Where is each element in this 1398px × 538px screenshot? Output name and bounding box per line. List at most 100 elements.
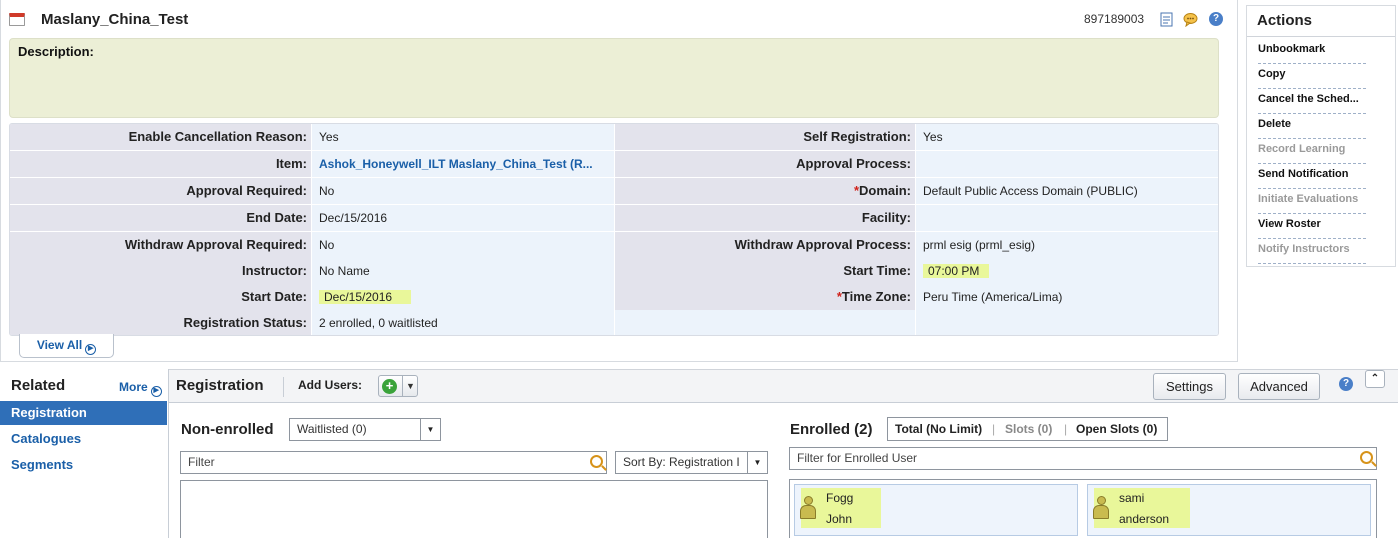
detail-value (916, 151, 1218, 177)
detail-value: No Name (312, 258, 614, 284)
related-title: Related (11, 377, 66, 394)
notes-icon[interactable] (1159, 12, 1174, 27)
page-title: Maslany_China_Test (41, 11, 189, 28)
detail-label-text: Start Date: (241, 289, 307, 304)
detail-value-text: Dec/15/2016 (319, 211, 388, 225)
detail-label: End Date: (10, 205, 312, 231)
enrolled-user-card[interactable]: Fogg John (794, 484, 1078, 536)
detail-value: No (312, 178, 614, 204)
detail-row: Approval Required: No *Domain: Default Publ… (10, 178, 1218, 204)
divider (283, 377, 284, 397)
related-item-registration[interactable]: Registration (0, 401, 167, 425)
detail-row: Enable Cancellation Reason: Yes Self Regis… (10, 124, 1218, 150)
detail-label: Start Time: (615, 258, 916, 284)
detail-value: Ashok_Honeywell_ILT Maslany_China_Test (… (312, 151, 614, 177)
chevron-down-icon[interactable]: ▼ (402, 376, 418, 396)
divider: | (992, 422, 996, 436)
chevron-down-icon: ▼ (747, 452, 767, 473)
detail-label-text: Enable Cancellation Reason: (128, 129, 307, 144)
description-label: Description: (18, 44, 94, 59)
action-copy[interactable]: Copy (1258, 64, 1366, 89)
detail-label: *Time Zone: (615, 284, 916, 310)
related-item-segments[interactable]: Segments (0, 453, 167, 477)
detail-value (916, 205, 1218, 231)
detail-value-text: Yes (319, 130, 339, 144)
plus-icon: + (382, 379, 397, 394)
help-icon[interactable]: ? (1339, 377, 1353, 391)
user-first-name: John (826, 512, 853, 526)
detail-value: Yes (916, 124, 1218, 150)
comments-icon[interactable] (1183, 12, 1198, 27)
detail-value-text: Dec/15/2016 (319, 290, 412, 304)
action-send-notification[interactable]: Send Notification (1258, 164, 1366, 189)
non-enrolled-title: Non-enrolled (181, 421, 274, 438)
user-last-name: sami (1119, 491, 1145, 505)
registration-panel: Registration Add Users: + ▼ Settings Adv… (168, 369, 1398, 538)
detail-label: Withdraw Approval Required: (10, 232, 312, 258)
item-link[interactable]: Ashok_Honeywell_ILT Maslany_China_Test (… (319, 157, 593, 171)
detail-label: Registration Status: (10, 310, 312, 335)
detail-row: Withdraw Approval Required: No Withdraw Ap… (10, 232, 1218, 258)
detail-value (916, 310, 1218, 335)
collapse-button[interactable]: ⌃ (1365, 370, 1385, 388)
detail-value-text: Default Public Access Domain (PUBLIC) (923, 184, 1138, 198)
filter-placeholder: Filter for Enrolled User (797, 451, 918, 465)
detail-label: Approval Required: (10, 178, 312, 204)
add-users-button[interactable]: + ▼ (378, 375, 418, 397)
detail-value: No (312, 232, 614, 258)
user-icon (1093, 496, 1109, 520)
advanced-button[interactable]: Advanced (1238, 373, 1320, 400)
actions-panel: Actions Unbookmark Copy Cancel the Sched..… (1246, 5, 1396, 267)
enrolled-title: Enrolled (2) (790, 421, 873, 438)
detail-value: Peru Time (America/Lima) (916, 284, 1218, 310)
waitlisted-select-value: Waitlisted (0) (297, 422, 367, 436)
settings-button[interactable]: Settings (1153, 373, 1226, 400)
non-enrolled-filter-input[interactable]: Filter (180, 451, 607, 474)
sort-select[interactable]: Sort By: Registration I ▼ (615, 451, 768, 474)
detail-label-text: Domain: (859, 183, 911, 198)
slots-summary: Total (No Limit) | Slots (0) | Open Slot… (887, 417, 1168, 441)
detail-label: Start Date: (10, 284, 312, 310)
more-link[interactable]: More ▶ (119, 380, 162, 397)
total-slots: Total (No Limit) (895, 422, 983, 436)
detail-label-text: Facility: (861, 210, 911, 225)
detail-label: Enable Cancellation Reason: (10, 124, 312, 150)
action-cancel-the-sched[interactable]: Cancel the Sched... (1258, 89, 1366, 114)
detail-row: Registration Status: 2 enrolled, 0 waitli… (10, 310, 1218, 335)
detail-value: 2 enrolled, 0 waitlisted (312, 310, 614, 335)
search-icon[interactable] (590, 455, 603, 468)
search-icon[interactable] (1360, 451, 1373, 464)
action-delete[interactable]: Delete (1258, 114, 1366, 139)
detail-value-text: prml esig (prml_esig) (923, 238, 1036, 252)
user-icon (800, 496, 816, 520)
waitlisted-select[interactable]: Waitlisted (0) ▼ (289, 418, 441, 441)
related-item-catalogues[interactable]: Catalogues (0, 427, 167, 451)
registration-title: Registration (176, 377, 264, 394)
action-unbookmark[interactable]: Unbookmark (1258, 39, 1366, 64)
action-view-roster[interactable]: View Roster (1258, 214, 1366, 239)
divider (1247, 36, 1395, 37)
chevron-down-icon: ▼ (420, 419, 440, 440)
detail-value-text: Yes (923, 130, 943, 144)
detail-value: Dec/15/2016 (312, 205, 614, 231)
detail-label: *Domain: (615, 178, 916, 204)
detail-label-text: Withdraw Approval Process: (734, 237, 911, 252)
detail-value-text: No (319, 238, 335, 252)
help-icon[interactable]: ? (1209, 12, 1223, 26)
record-id: 897189003 (1084, 12, 1145, 26)
more-label: More (119, 380, 148, 394)
action-initiate-evaluations: Initiate Evaluations (1258, 189, 1366, 214)
detail-label-text: Time Zone: (841, 289, 911, 304)
related-panel: Related More ▶ Registration Catalogues Segm… (0, 370, 168, 538)
detail-label-text: Approval Required: (186, 183, 307, 198)
detail-value: Default Public Access Domain (PUBLIC) (916, 178, 1218, 204)
view-all-button[interactable]: View All ▶ (19, 334, 114, 358)
detail-label: Approval Process: (615, 151, 916, 177)
detail-row: Instructor: No Name Start Time: 07:00 PM (10, 258, 1218, 284)
detail-label (615, 310, 916, 335)
non-enrolled-list[interactable] (180, 480, 768, 538)
detail-label: Self Registration: (615, 124, 916, 150)
enrolled-filter-input[interactable]: Filter for Enrolled User (789, 447, 1377, 470)
registration-toolbar: Registration Add Users: + ▼ Settings Adv… (169, 369, 1398, 403)
enrolled-user-card[interactable]: sami anderson (1087, 484, 1371, 536)
